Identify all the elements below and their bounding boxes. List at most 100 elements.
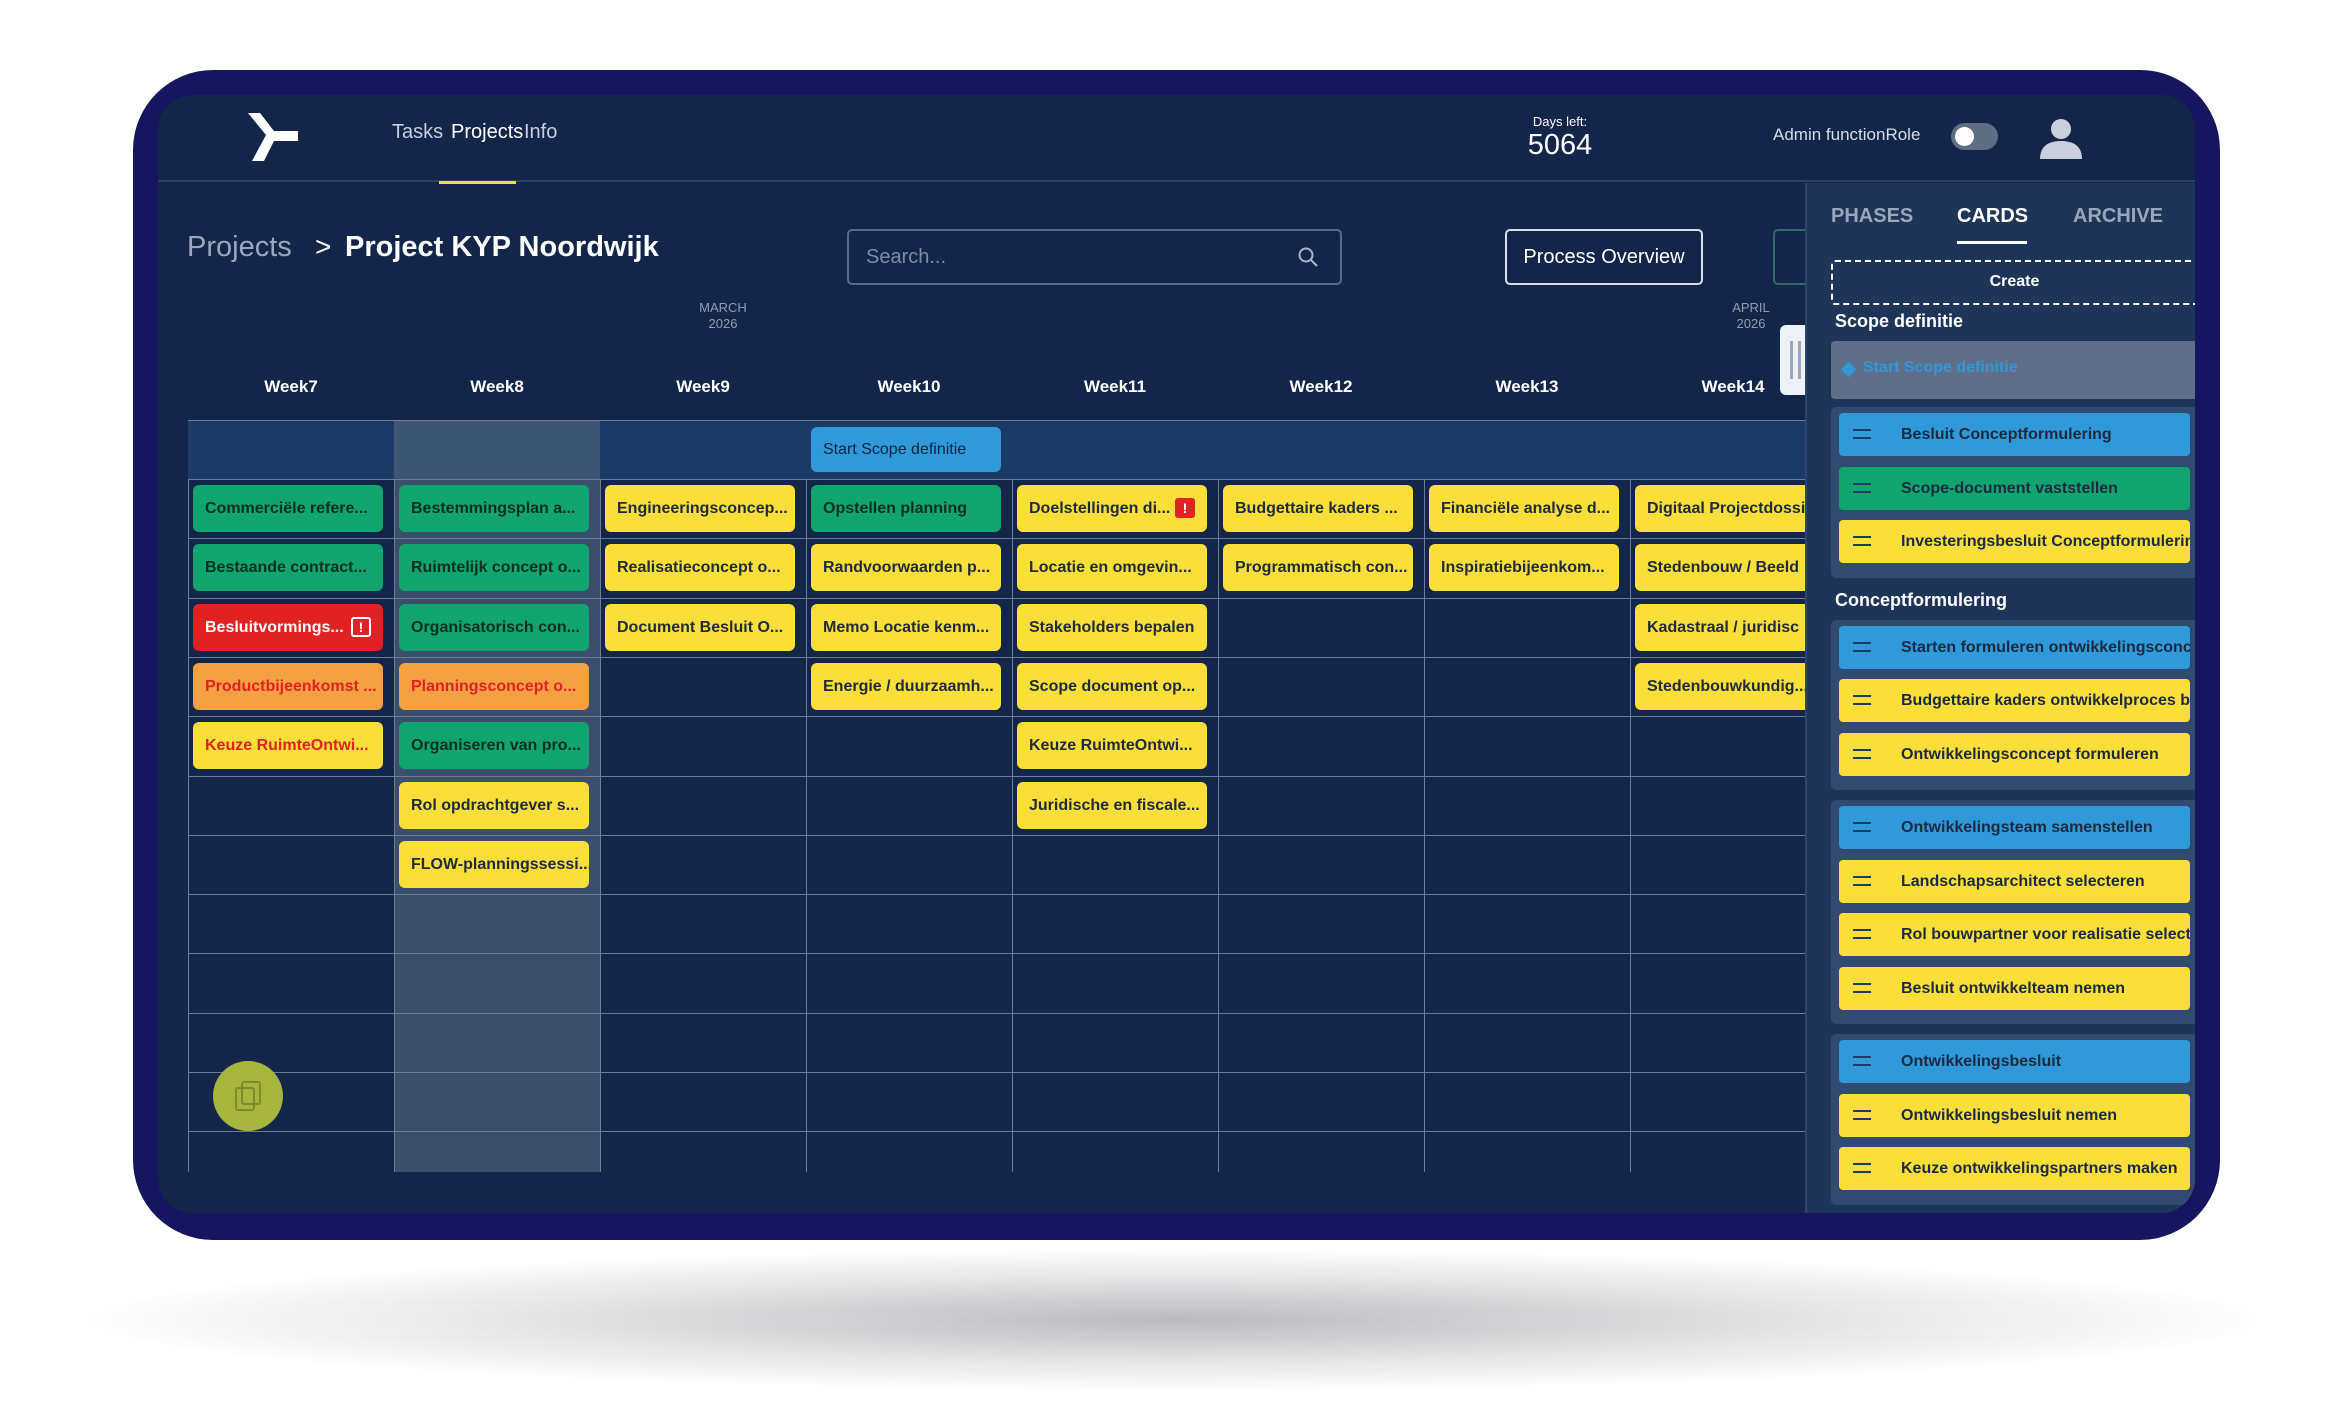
task-card[interactable]: Stedenbouw / Beeld <box>1635 544 1805 592</box>
task-card-label: Engineeringsconcep... <box>617 500 788 517</box>
drag-handle-icon[interactable] <box>1853 1109 1871 1120</box>
grid-row-line <box>188 656 1818 658</box>
panel-card[interactable]: Besluit Conceptformulering <box>1839 413 2190 456</box>
panel-phase-item[interactable]: Start Scope definitie <box>1831 341 2195 399</box>
panel-card-label: Ontwikkelingsconcept formuleren <box>1901 745 2159 763</box>
search-box[interactable]: Search... <box>847 229 1342 285</box>
week-header: Week13 <box>1495 377 1559 396</box>
task-card-label: Stedenbouw / Beeld <box>1647 559 1800 577</box>
task-card[interactable]: Document Besluit O... <box>605 603 795 651</box>
task-card[interactable]: Bestemmingsplan a... <box>399 485 589 532</box>
create-card-button[interactable]: Create <box>1831 260 2195 305</box>
drag-handle-icon[interactable] <box>1853 748 1871 759</box>
phase-card[interactable]: Start Scope definitie <box>811 427 1001 472</box>
drag-handle-icon[interactable] <box>1853 982 1871 993</box>
drag-handle-icon[interactable] <box>1853 875 1871 886</box>
task-card[interactable]: Commerciële refere... <box>193 485 383 532</box>
task-card[interactable]: Randvoorwaarden p... <box>811 544 1001 592</box>
panel-card-group: Ontwikkelingsbesluit Ontwikkelingsbesluit… <box>1831 1034 2195 1205</box>
panel-card-group: Ontwikkelingsteam samenstellen Landschaps… <box>1831 800 2195 1024</box>
process-overview-button[interactable]: Process Overview <box>1505 229 1703 285</box>
panel-card-label: Scope-document vaststellen <box>1901 479 2118 497</box>
task-card-label: Bestaande contract... <box>205 559 367 577</box>
drag-handle-icon[interactable] <box>1853 695 1871 705</box>
panel-card[interactable]: Keuze ontwikkelingspartners maken <box>1839 1147 2190 1190</box>
task-card[interactable]: Juridische en fiscale... <box>1017 781 1207 829</box>
task-card[interactable]: Stedenbouwkundig... <box>1635 662 1805 710</box>
task-card[interactable]: Digitaal Projectdossi <box>1635 485 1805 532</box>
panel-card[interactable]: Starten formuleren ontwikkelingsconcept <box>1839 625 2190 669</box>
panel-card[interactable]: Budgettaire kaders ontwikkelproces bepal… <box>1839 679 2190 722</box>
panel-card[interactable]: Investeringsbesluit Conceptformulering <box>1839 520 2190 563</box>
task-card[interactable]: Locatie en omgevin... <box>1017 544 1207 592</box>
drag-handle-icon[interactable] <box>1853 822 1871 832</box>
task-card[interactable]: Rol opdrachtgever s... <box>399 781 589 829</box>
panel-card[interactable]: Scope-document vaststellen <box>1839 466 2190 510</box>
breadcrumb-projects-link[interactable]: Projects <box>187 231 292 264</box>
drag-handle-icon[interactable] <box>1853 536 1871 546</box>
copy-fab-button[interactable] <box>213 1061 283 1131</box>
task-card[interactable]: Bestaande contract... <box>193 544 383 592</box>
search-icon[interactable] <box>1296 245 1320 269</box>
panel-card[interactable]: Ontwikkelingsconcept formuleren <box>1839 732 2190 776</box>
task-card[interactable]: FLOW-planningssessi... <box>399 840 589 888</box>
drag-handle-icon[interactable] <box>1853 1056 1871 1066</box>
panel-card[interactable]: Ontwikkelingsbesluit <box>1839 1040 2190 1083</box>
task-card[interactable]: Budgettaire kaders ... <box>1223 485 1413 532</box>
user-avatar-icon[interactable] <box>2038 115 2084 161</box>
task-card[interactable]: Besluitvormings...! <box>193 603 383 651</box>
task-card[interactable]: Opstellen planning <box>811 485 1001 532</box>
task-card-label: Realisatieconcept o... <box>617 559 781 577</box>
month-name: MARCH <box>699 300 747 315</box>
phase-diamond-icon <box>1840 361 1857 378</box>
task-card-label: Financiële analyse d... <box>1441 500 1610 517</box>
admin-role-toggle[interactable] <box>1951 123 1998 150</box>
nav-info[interactable]: Info <box>524 121 557 144</box>
task-card[interactable]: Productbijeenkomst ... <box>193 662 383 710</box>
alert-icon: ! <box>1175 498 1195 518</box>
panel-card[interactable]: Ontwikkelingsbesluit nemen <box>1839 1093 2190 1137</box>
task-card[interactable]: Organiseren van pro... <box>399 722 589 770</box>
tab-phases[interactable]: PHASES <box>1831 205 1913 228</box>
task-card[interactable]: Keuze RuimteOntwi... <box>193 722 383 770</box>
drag-handle-icon[interactable] <box>1853 1163 1871 1173</box>
panel-card[interactable]: Ontwikkelingsteam samenstellen <box>1839 806 2190 849</box>
panel-card[interactable]: Rol bouwpartner voor realisatie selecter… <box>1839 913 2190 956</box>
task-card[interactable]: Kadastraal / juridisc <box>1635 603 1805 651</box>
search-input[interactable]: Search... <box>866 246 946 269</box>
week-column <box>600 420 806 1172</box>
task-card[interactable]: Programmatisch con... <box>1223 544 1413 592</box>
task-card[interactable]: Organisatorisch con... <box>399 603 589 651</box>
drag-handle-icon[interactable] <box>1853 429 1871 439</box>
nav-tasks[interactable]: Tasks <box>392 121 443 144</box>
grid-row-line <box>188 538 1818 540</box>
grid-row-line <box>188 894 1818 896</box>
drag-handle-icon[interactable] <box>1853 641 1871 652</box>
task-card[interactable]: Keuze RuimteOntwi... <box>1017 722 1207 770</box>
task-card-label: Organisatorisch con... <box>411 618 580 636</box>
task-card[interactable]: Memo Locatie kenm... <box>811 603 1001 651</box>
task-card[interactable]: Doelstellingen di...! <box>1017 485 1207 532</box>
drag-handle-icon[interactable] <box>1853 482 1871 493</box>
handle-bar <box>1798 341 1801 379</box>
task-card[interactable]: Engineeringsconcep... <box>605 485 795 532</box>
task-card[interactable]: Inspiratiebijeenkom... <box>1429 544 1619 592</box>
task-card[interactable]: Stakeholders bepalen <box>1017 603 1207 651</box>
tab-cards[interactable]: CARDS <box>1957 205 2028 228</box>
panel-card-label: Besluit ontwikkelteam nemen <box>1901 979 2126 997</box>
task-card[interactable]: Planningsconcept o... <box>399 662 589 710</box>
app-logo-icon[interactable] <box>244 109 300 165</box>
drag-handle-icon[interactable] <box>1853 929 1871 939</box>
task-card[interactable]: Ruimtelijk concept o... <box>399 544 589 592</box>
grid-row-line <box>188 1012 1818 1014</box>
task-card[interactable]: Financiële analyse d... <box>1429 485 1619 532</box>
panel-card[interactable]: Landschapsarchitect selecteren <box>1839 859 2190 903</box>
task-card-label: Keuze RuimteOntwi... <box>205 737 369 755</box>
tab-archive[interactable]: ARCHIVE <box>2073 205 2163 228</box>
task-card[interactable]: Energie / duurzaamh... <box>811 662 1001 710</box>
task-card[interactable]: Scope document op... <box>1017 662 1207 710</box>
panel-card[interactable]: Besluit ontwikkelteam nemen <box>1839 966 2190 1010</box>
task-card[interactable]: Realisatieconcept o... <box>605 544 795 592</box>
task-card-label: Document Besluit O... <box>617 618 784 636</box>
nav-projects[interactable]: Projects <box>451 121 523 144</box>
